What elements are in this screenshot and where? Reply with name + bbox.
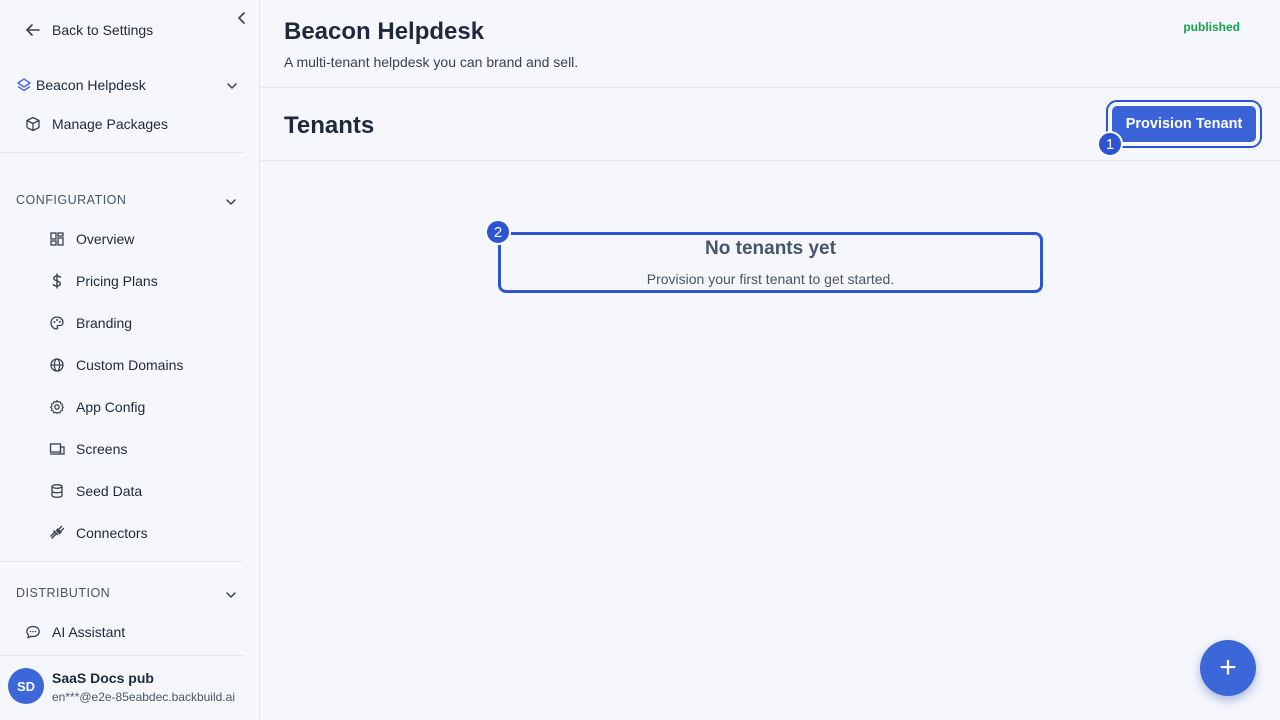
sidebar-item-branding[interactable]: Branding xyxy=(48,313,132,333)
divider xyxy=(260,160,1280,161)
manage-packages-label: Manage Packages xyxy=(52,116,168,132)
chevron-down-icon xyxy=(224,77,240,95)
configuration-section-header[interactable]: CONFIGURATION xyxy=(16,192,244,208)
back-to-settings-label: Back to Settings xyxy=(52,22,154,38)
sidebar-item-label: Seed Data xyxy=(76,483,143,499)
chevron-down-icon xyxy=(222,193,240,211)
sidebar-item-label: Overview xyxy=(76,231,135,247)
plus-icon: + xyxy=(1219,651,1237,684)
sidebar-item-seed-data[interactable]: Seed Data xyxy=(48,481,142,501)
sidebar-item-label: App Config xyxy=(76,399,146,415)
sidebar-item-label: Branding xyxy=(76,315,133,331)
project-selector[interactable]: Beacon Helpdesk xyxy=(16,75,244,95)
sidebar-item-app-config[interactable]: App Config xyxy=(48,397,145,417)
arrow-left-icon xyxy=(24,21,42,39)
annotation-marker-1: 1 xyxy=(1097,131,1123,157)
chat-bubble-icon xyxy=(24,623,42,641)
sidebar: Back to Settings Beacon Helpdesk Manage … xyxy=(0,0,260,720)
chevron-down-icon xyxy=(222,586,240,604)
sidebar-item-pricing-plans[interactable]: Pricing Plans xyxy=(48,271,158,291)
divider xyxy=(0,655,243,656)
sidebar-item-connectors[interactable]: Connectors xyxy=(48,523,148,543)
status-badge: published xyxy=(1183,20,1240,34)
package-icon xyxy=(24,115,42,133)
provision-tenant-button[interactable]: Provision Tenant xyxy=(1106,100,1262,148)
ai-assistant-link[interactable]: AI Assistant xyxy=(24,622,125,642)
empty-state-title: No tenants yet xyxy=(705,238,836,259)
configuration-heading: CONFIGURATION xyxy=(16,193,127,207)
collapse-sidebar-icon[interactable] xyxy=(234,10,250,26)
sidebar-item-overview[interactable]: Overview xyxy=(48,229,134,249)
sidebar-item-label: Connectors xyxy=(76,525,148,541)
app-title: Beacon Helpdesk xyxy=(284,18,485,45)
divider xyxy=(0,561,243,562)
sidebar-item-label: Custom Domains xyxy=(76,357,184,373)
sidebar-item-custom-domains[interactable]: Custom Domains xyxy=(48,355,183,375)
palette-icon xyxy=(48,314,66,332)
devices-icon xyxy=(48,440,66,458)
project-name: Beacon Helpdesk xyxy=(36,77,146,93)
app-description: A multi-tenant helpdesk you can brand an… xyxy=(284,54,579,70)
main-content: Beacon Helpdesk A multi-tenant helpdesk … xyxy=(260,0,1280,720)
sidebar-item-label: Screens xyxy=(76,441,128,457)
user-profile[interactable]: SD SaaS Docs pub en***@e2e-85eabdec.back… xyxy=(8,668,248,708)
plug-icon xyxy=(48,524,66,542)
ai-assistant-label: AI Assistant xyxy=(52,624,126,640)
manage-packages-link[interactable]: Manage Packages xyxy=(24,114,168,134)
globe-icon xyxy=(48,356,66,374)
user-email: en***@e2e-85eabdec.backbuild.ai xyxy=(52,690,235,704)
annotation-marker-2: 2 xyxy=(485,219,511,245)
database-icon xyxy=(48,482,66,500)
sidebar-item-screens[interactable]: Screens xyxy=(48,439,127,459)
empty-state-subtitle: Provision your first tenant to get start… xyxy=(646,271,895,287)
layers-icon xyxy=(16,76,32,94)
distribution-heading: DISTRIBUTION xyxy=(16,586,111,600)
divider xyxy=(0,152,243,153)
distribution-section-header[interactable]: DISTRIBUTION xyxy=(16,585,244,601)
dollar-icon xyxy=(48,272,66,290)
divider xyxy=(260,87,1280,88)
dashboard-icon xyxy=(48,230,66,248)
avatar: SD xyxy=(8,668,44,704)
sidebar-item-label: Pricing Plans xyxy=(76,273,158,289)
add-fab-button[interactable]: + xyxy=(1200,640,1256,696)
back-to-settings-link[interactable]: Back to Settings xyxy=(24,20,153,40)
user-name: SaaS Docs pub xyxy=(52,670,154,686)
empty-state: No tenants yet Provision your first tena… xyxy=(498,232,1043,293)
gear-icon xyxy=(48,398,66,416)
page-title: Tenants xyxy=(284,112,375,139)
